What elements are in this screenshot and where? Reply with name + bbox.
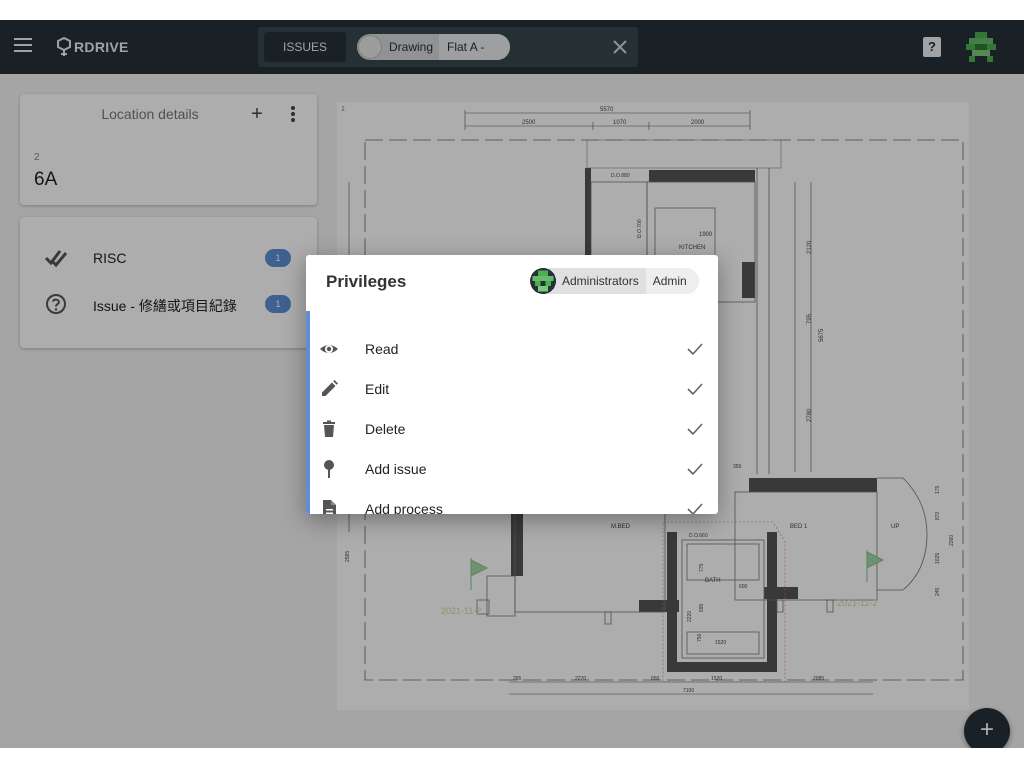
permission-label: Delete: [365, 421, 406, 437]
dialog-title: Privileges: [326, 272, 407, 291]
privileges-dialog: Privileges Administrators Admin Read Edi…: [306, 255, 718, 514]
group-avatar-icon: [530, 268, 556, 294]
role-chip-role: Admin: [645, 268, 699, 294]
check-icon[interactable]: [686, 461, 704, 477]
permission-label: Add issue: [365, 461, 427, 477]
permission-row-edit[interactable]: Edit: [310, 369, 718, 409]
permission-row-delete[interactable]: Delete: [310, 409, 718, 449]
permission-label: Edit: [365, 381, 390, 397]
permission-label: Read: [365, 341, 399, 357]
eye-icon: [320, 345, 338, 353]
check-icon[interactable]: [686, 381, 704, 397]
check-icon[interactable]: [686, 421, 704, 437]
app-window: RDRIVE ISSUES Drawing Flat A - 6_F ?: [0, 20, 1024, 748]
map-pin-icon: [324, 460, 334, 478]
permission-row-read[interactable]: Read: [310, 329, 718, 369]
check-icon[interactable]: [686, 341, 704, 357]
role-chip-group: Administrators: [562, 274, 639, 288]
permission-label: Add process: [365, 501, 443, 514]
role-chip[interactable]: Administrators Admin: [530, 268, 699, 294]
permission-row-add-issue[interactable]: Add issue: [310, 449, 718, 489]
pencil-icon: [322, 380, 338, 396]
permission-row-add-process[interactable]: Add process: [310, 489, 718, 514]
document-icon: [323, 500, 336, 514]
trash-icon: [323, 420, 335, 437]
check-icon[interactable]: [686, 501, 704, 514]
